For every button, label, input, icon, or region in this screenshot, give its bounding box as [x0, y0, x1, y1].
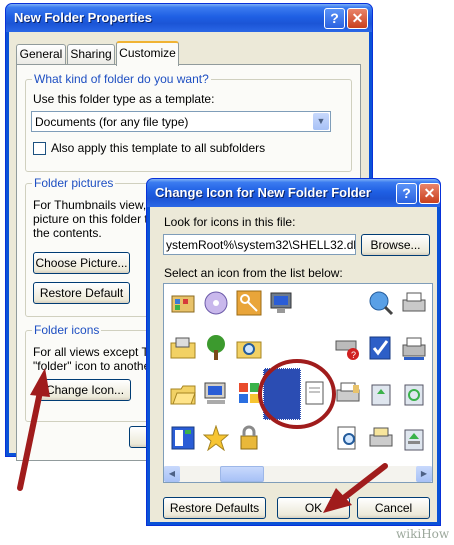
- computer-program-icon[interactable]: [269, 290, 295, 316]
- tab-sharing[interactable]: Sharing: [67, 44, 115, 64]
- folder-pictures-group-label: Folder pictures: [32, 176, 116, 190]
- chevron-down-icon[interactable]: ▼: [313, 113, 329, 130]
- document-icon[interactable]: [302, 380, 328, 406]
- dialog-help-button[interactable]: ?: [396, 183, 417, 204]
- computer-icon[interactable]: [203, 380, 229, 406]
- apply-subfolders-checkbox[interactable]: [33, 142, 46, 155]
- template-label: Use this folder type as a template:: [33, 92, 215, 106]
- look-for-label: Look for icons in this file:: [164, 215, 296, 229]
- remove-drive-icon[interactable]: ?: [335, 335, 361, 361]
- printer-icon[interactable]: [401, 290, 427, 316]
- choose-picture-button[interactable]: Choose Picture...: [33, 252, 130, 274]
- properties-titlebar: New Folder Properties ? ✕: [6, 4, 372, 32]
- change-icon-titlebar: Change Icon for New Folder Folder ? ✕: [147, 179, 440, 207]
- restore-defaults-button[interactable]: Restore Defaults: [163, 497, 266, 519]
- windows-logo-icon[interactable]: [236, 380, 262, 406]
- selected-blank-icon[interactable]: [263, 368, 301, 420]
- wikihow-watermark: wikiHow: [396, 527, 450, 541]
- folder-pictures-description-2: picture on this folder to: [33, 212, 155, 226]
- change-icon-client: Look for icons in this file: ystemRoot%\…: [150, 207, 437, 522]
- svg-text:?: ?: [351, 350, 356, 360]
- change-icon-title: Change Icon for New Folder Folder: [155, 185, 371, 200]
- change-icon-dialog: Change Icon for New Folder Folder ? ✕ Lo…: [146, 178, 441, 526]
- tab-customize[interactable]: Customize: [116, 41, 179, 66]
- folder-icons-description-1: For all views except Th: [33, 345, 156, 359]
- open-folder-icon[interactable]: [170, 380, 196, 406]
- dialog-close-button[interactable]: ✕: [419, 183, 440, 204]
- cd-audio-icon[interactable]: [203, 290, 229, 316]
- help-button[interactable]: ?: [324, 8, 345, 29]
- search-folder-icon[interactable]: [236, 335, 262, 361]
- blank-icon[interactable]: [302, 290, 328, 316]
- image-printer-icon[interactable]: [368, 425, 394, 451]
- folder-pictures-description-3: the contents.: [33, 226, 102, 240]
- folder-pictures-description-1: For Thumbnails view, y: [33, 198, 156, 212]
- globe-search-icon[interactable]: [368, 290, 394, 316]
- control-panel-icon[interactable]: [170, 290, 196, 316]
- cancel-button[interactable]: Cancel: [357, 497, 430, 519]
- icon-grid: ?: [164, 284, 432, 466]
- file-path-value: ystemRoot%\system32\SHELL32.dll: [166, 238, 356, 252]
- scroll-left-arrow[interactable]: ◀: [164, 466, 180, 482]
- browse-button[interactable]: Browse...: [361, 234, 430, 256]
- blank-icon[interactable]: [269, 335, 295, 361]
- network-printer-icon[interactable]: [401, 335, 427, 361]
- blank-icon[interactable]: [269, 425, 295, 451]
- blank-icon[interactable]: [335, 290, 361, 316]
- file-path-input[interactable]: ystemRoot%\system32\SHELL32.dll: [163, 234, 356, 255]
- recycle-full-icon[interactable]: [401, 425, 427, 451]
- recycle-bin-full-icon[interactable]: [368, 380, 394, 406]
- restore-default-button[interactable]: Restore Default: [33, 282, 130, 304]
- star-icon[interactable]: [202, 424, 230, 452]
- ok-button[interactable]: OK: [277, 497, 350, 519]
- checklist-icon[interactable]: [368, 335, 394, 361]
- template-select[interactable]: Documents (for any file type) ▼: [31, 111, 331, 132]
- close-button[interactable]: ✕: [347, 8, 368, 29]
- scroll-thumb[interactable]: [220, 466, 264, 482]
- folder-icons-group-label: Folder icons: [32, 323, 102, 337]
- key-icon[interactable]: [236, 290, 262, 316]
- blank-icon[interactable]: [302, 335, 328, 361]
- blank-icon[interactable]: [302, 425, 328, 451]
- find-document-icon[interactable]: [335, 425, 361, 451]
- tab-general[interactable]: General: [16, 44, 66, 64]
- change-icon-button[interactable]: Change Icon...: [39, 379, 131, 401]
- tree-icon[interactable]: [203, 335, 229, 361]
- printer-folder-icon[interactable]: [170, 335, 196, 361]
- apply-subfolders-label[interactable]: Also apply this template to all subfolde…: [51, 141, 265, 155]
- scroll-right-arrow[interactable]: ▶: [416, 466, 432, 482]
- properties-title: New Folder Properties: [14, 10, 152, 25]
- folder-type-group: What kind of folder do you want? Use thi…: [25, 72, 352, 172]
- horizontal-scrollbar[interactable]: ◀ ▶: [164, 466, 432, 482]
- folder-type-group-label: What kind of folder do you want?: [32, 72, 211, 86]
- select-icon-label: Select an icon from the list below:: [164, 266, 343, 280]
- recycle-bin-icon[interactable]: [401, 380, 427, 406]
- start-menu-icon[interactable]: [170, 425, 196, 451]
- template-value: Documents (for any file type): [35, 115, 189, 129]
- folder-icons-description-2: "folder" icon to another: [33, 359, 155, 373]
- lock-icon[interactable]: [236, 425, 262, 451]
- icon-list[interactable]: ? ◀ ▶: [163, 283, 433, 483]
- fax-printer-icon[interactable]: [335, 380, 361, 406]
